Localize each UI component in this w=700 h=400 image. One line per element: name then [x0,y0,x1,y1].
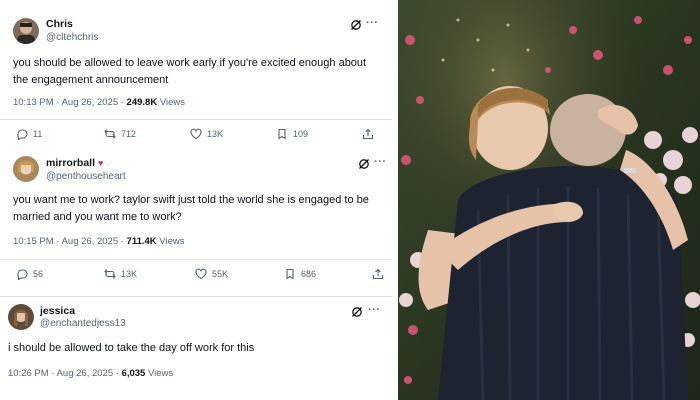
views-count: 6,035 [121,368,146,379]
tweet-card[interactable]: mirrorball ♥ @penthouseheart ··· you wan… [0,148,392,296]
tweet-text: i should be allowed to take the day off … [8,342,255,354]
tweet-text: you should be allowed to leave work earl… [13,57,367,86]
user-handle[interactable]: @cltehchris [46,32,98,43]
tweet-card[interactable]: Chris @cltehchris ··· you should be allo… [0,0,392,148]
like-button[interactable]: 55K [195,268,228,280]
like-button[interactable]: 13K [190,128,223,140]
avatar-image [13,156,39,182]
avatar-image [8,304,34,330]
bookmark-count: 109 [293,129,309,139]
avatar-image [13,18,39,44]
like-count: 55K [212,269,229,279]
tweet-meta: 10:26 PM · Aug 26, 2025 · 6,035 Views [8,368,173,379]
views-count: 711.4K [126,236,157,247]
repost-count: 712 [121,129,137,139]
display-name[interactable]: jessica [40,305,75,317]
repost-icon [104,129,116,139]
more-options-icon[interactable]: ··· [366,17,379,29]
bookmark-icon [278,128,286,140]
repost-icon [104,269,116,279]
bookmark-button[interactable]: 109 [276,128,308,140]
display-name-text: mirrorball [46,157,96,169]
action-bar: 56 13K 55K 686 [14,268,384,284]
repost-button[interactable]: 13K [104,268,137,280]
share-icon [362,128,374,140]
timestamp[interactable]: 10:15 PM · Aug 26, 2025 · [13,236,127,247]
reply-button[interactable]: 56 [16,268,43,280]
views-label: Views [156,236,185,247]
heart-icon [190,128,202,140]
views-label: Views [145,368,174,379]
avatar[interactable] [13,156,39,182]
views-label: Views [157,97,185,108]
avatar[interactable] [13,18,39,44]
bookmark-icon [286,268,294,280]
user-handle[interactable]: @enchantedjess13 [40,318,126,329]
views-count: 249.8K [126,97,158,108]
timestamp[interactable]: 10:26 PM · Aug 26, 2025 · [8,368,122,379]
more-options-icon[interactable]: ··· [368,304,381,316]
heart-badge-icon: ♥ [97,158,104,168]
tweet-meta: 10:13 PM · Aug 26, 2025 · 249.8K Views [13,97,185,108]
share-button[interactable] [372,268,384,280]
reply-count: 11 [33,129,43,139]
couple-embrace-image [398,0,700,400]
tweet-screenshots-panel: Chris @cltehchris ··· you should be allo… [0,0,392,400]
tweet-meta: 10:15 PM · Aug 26, 2025 · 711.4K Views [13,236,184,247]
display-name[interactable]: mirrorball ♥ [46,157,103,169]
more-options-icon[interactable]: ··· [374,156,387,168]
user-handle[interactable]: @penthouseheart [46,171,126,182]
reply-icon [17,129,28,140]
reply-icon [17,269,28,280]
bookmark-button[interactable]: 686 [284,268,316,280]
action-bar: 11 712 13K 109 [14,128,384,144]
like-count: 13K [207,129,224,139]
timestamp[interactable]: 10:13 PM · Aug 26, 2025 · [13,97,127,108]
bookmark-count: 686 [301,269,317,279]
grok-icon[interactable] [350,19,362,31]
tweet-card[interactable]: jessica @enchantedjess13 ··· i should be… [0,296,392,400]
display-name[interactable]: Chris [46,18,73,30]
reply-button[interactable]: 11 [16,128,42,140]
repost-count: 13K [121,269,138,279]
heart-icon [195,268,207,280]
divider [0,296,392,297]
engagement-photo [398,0,700,400]
grok-icon[interactable] [351,306,363,318]
tweet-text: you want me to work? taylor swift just t… [13,194,369,223]
share-icon [372,268,384,280]
repost-button[interactable]: 712 [104,128,136,140]
reply-count: 56 [33,269,44,279]
divider [0,119,392,120]
grok-icon[interactable] [358,158,370,170]
divider [0,259,392,260]
share-button[interactable] [362,128,374,140]
avatar[interactable] [8,304,34,330]
